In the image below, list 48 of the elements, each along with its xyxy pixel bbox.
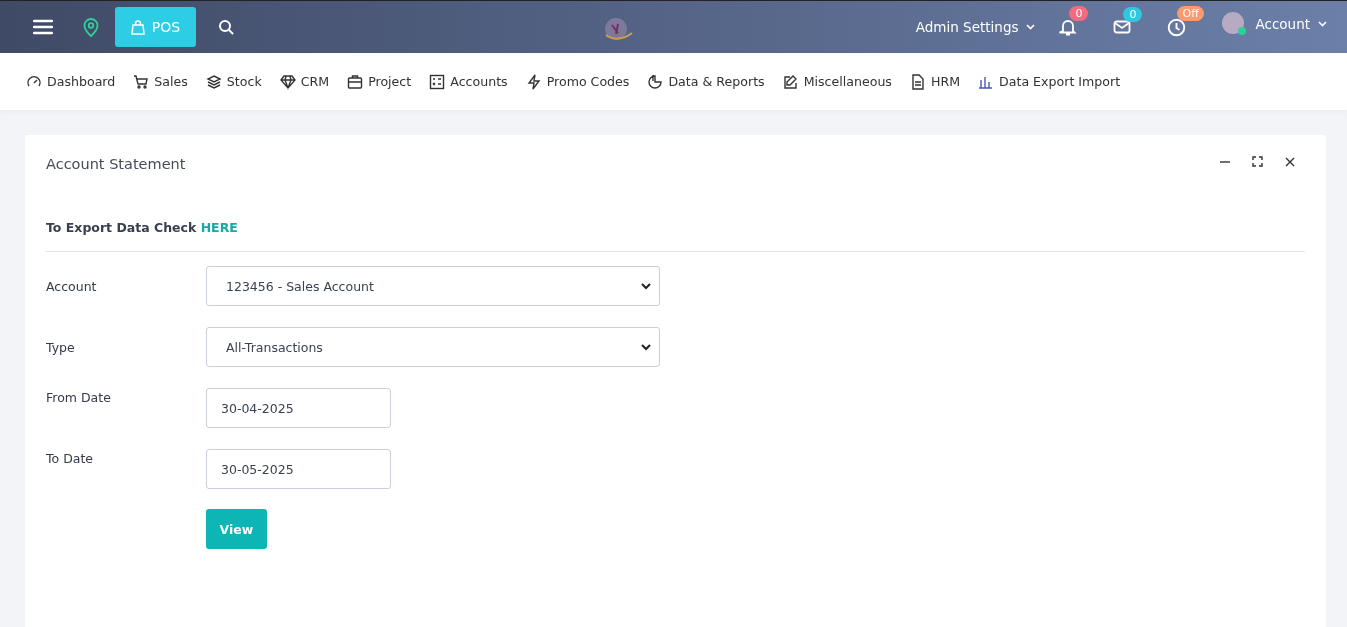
pie-chart-icon bbox=[647, 73, 664, 90]
lightning-icon bbox=[525, 73, 542, 90]
select-field[interactable]: All-Transactions bbox=[206, 327, 660, 367]
export-note: To Export Data Check HERE bbox=[46, 220, 1305, 252]
layers-icon bbox=[205, 73, 222, 90]
briefcase-icon bbox=[347, 73, 364, 90]
nav-menu-item[interactable]: Stock bbox=[205, 73, 262, 90]
chevron-down-icon bbox=[1318, 21, 1327, 27]
nav-menu-item[interactable]: Accounts bbox=[429, 73, 508, 90]
count-badge: Off bbox=[1177, 5, 1204, 21]
nav-menu-item[interactable]: HRM bbox=[909, 73, 961, 90]
diamond-icon bbox=[279, 73, 296, 90]
admin-settings-dropdown[interactable]: Admin Settings bbox=[915, 19, 1036, 35]
count-badge: 0 bbox=[1123, 7, 1143, 22]
menu-icon[interactable] bbox=[33, 19, 53, 35]
field-label: From Date bbox=[46, 389, 112, 405]
bell-icon[interactable] bbox=[1059, 18, 1078, 36]
search-icon[interactable] bbox=[218, 19, 234, 35]
close-icon[interactable] bbox=[1285, 156, 1295, 167]
nav-menu-item[interactable]: Project bbox=[347, 73, 412, 90]
count-badge: 0 bbox=[1069, 6, 1089, 21]
clock-icon[interactable] bbox=[1167, 17, 1187, 37]
field-label: To Date bbox=[46, 450, 94, 466]
card-title: Account Statement bbox=[46, 156, 186, 172]
nav-menu-item[interactable]: CRM bbox=[279, 73, 330, 90]
date-field[interactable]: 30-04-2025 bbox=[206, 388, 391, 428]
chevron-down-icon bbox=[641, 282, 651, 290]
nav-menu-item[interactable]: Sales bbox=[133, 73, 188, 90]
field-label: Type bbox=[46, 339, 76, 355]
map-pin-icon[interactable] bbox=[83, 17, 99, 37]
chevron-down-icon bbox=[1026, 24, 1036, 30]
account-dropdown[interactable]: Account bbox=[1255, 16, 1327, 32]
nav-menu-item[interactable]: Promo Codes bbox=[525, 73, 630, 90]
cart-icon bbox=[133, 73, 150, 90]
expand-icon[interactable] bbox=[1252, 156, 1263, 167]
shopping-bag-icon bbox=[130, 19, 145, 35]
document-icon bbox=[909, 73, 926, 90]
ledger-icon bbox=[429, 73, 446, 90]
nav-menu-item[interactable]: Data Export Import bbox=[978, 73, 1121, 90]
nav-menu-item[interactable]: Miscellaneous bbox=[782, 73, 892, 90]
field-label: Account bbox=[46, 278, 98, 294]
chevron-down-icon bbox=[641, 343, 651, 351]
nav-menu-item[interactable]: Data & Reports bbox=[647, 73, 765, 90]
nav-menu-item[interactable]: Dashboard bbox=[26, 73, 116, 90]
date-field[interactable]: 30-05-2025 bbox=[206, 449, 391, 489]
mail-icon[interactable] bbox=[1113, 19, 1132, 35]
edit-icon bbox=[782, 73, 799, 90]
select-field[interactable]: 123456 - Sales Account bbox=[206, 266, 660, 306]
